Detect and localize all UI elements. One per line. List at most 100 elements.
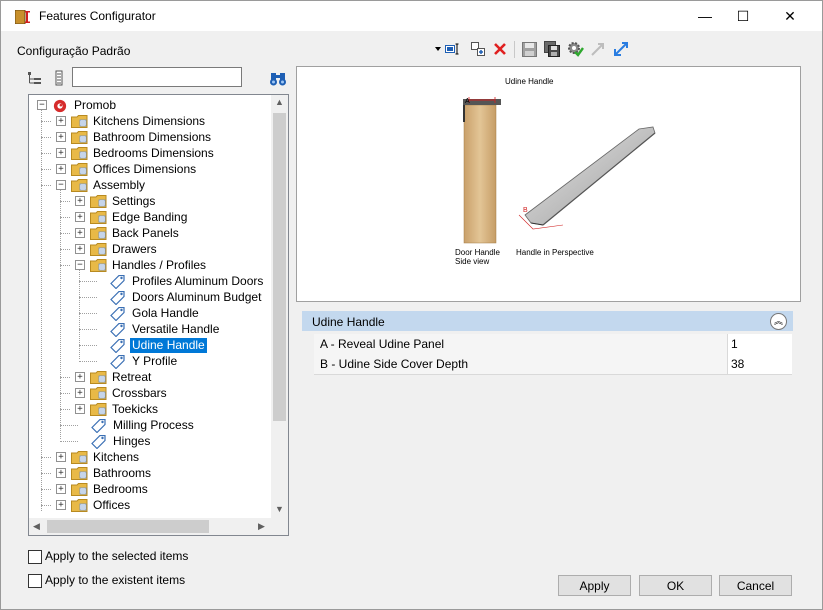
tree-item-label: Bedrooms <box>93 482 148 496</box>
close-window-button[interactable]: ✕ <box>767 1 813 31</box>
folder-icon <box>71 499 88 512</box>
tree-item-label: Promob <box>74 98 117 112</box>
delete-button[interactable] <box>491 40 509 58</box>
expand-node-icon[interactable]: + <box>56 116 66 126</box>
save-button[interactable] <box>520 40 538 58</box>
scroll-right-icon[interactable]: ▶ <box>258 521 265 532</box>
ok-button[interactable]: OK <box>639 575 712 596</box>
export-button[interactable] <box>612 40 630 58</box>
expand-node-icon[interactable]: + <box>56 484 66 494</box>
collapse-node-icon[interactable]: − <box>75 260 85 270</box>
collapse-all-button[interactable] <box>51 70 67 86</box>
vertical-scroll-thumb[interactable] <box>273 113 286 421</box>
expand-node-icon[interactable]: + <box>75 388 85 398</box>
scroll-down-icon[interactable]: ▼ <box>275 504 284 514</box>
expand-node-icon[interactable]: + <box>75 212 85 222</box>
tree-item-label: Milling Process <box>113 418 194 432</box>
tree-item-label: Profiles Aluminum Doors <box>132 274 264 288</box>
tree-item-label: Settings <box>112 194 156 208</box>
expand-node-icon[interactable]: + <box>75 244 85 254</box>
rename-button[interactable] <box>444 40 462 58</box>
property-row[interactable]: A - Reveal Udine Panel 1 <box>314 334 792 355</box>
tree-guide-line <box>79 281 97 282</box>
features-configurator-window: Features Configurator — ☐ ✕ Configuração… <box>0 0 823 610</box>
expand-all-button[interactable] <box>27 70 43 86</box>
property-tag-icon <box>110 354 125 369</box>
delete-x-icon <box>494 43 506 55</box>
tree-guide-line <box>60 189 61 439</box>
tree-guide-line <box>41 121 51 122</box>
horizontal-scroll-thumb[interactable] <box>47 520 209 533</box>
property-name: A - Reveal Udine Panel <box>320 337 445 351</box>
expand-node-icon[interactable]: + <box>75 372 85 382</box>
tree-guide-line <box>41 153 51 154</box>
cancel-button[interactable]: Cancel <box>719 575 792 596</box>
tree-guide-line <box>60 249 70 250</box>
property-tag-icon <box>91 434 106 449</box>
expand-node-icon[interactable]: + <box>56 148 66 158</box>
add-item-button[interactable] <box>469 40 487 58</box>
save-disk-icon <box>521 41 537 57</box>
tree-guide-line <box>79 297 97 298</box>
tree-guide-line <box>41 185 51 186</box>
property-row[interactable]: B - Udine Side Cover Depth 38 <box>314 354 792 375</box>
tree-item-label: Doors Aluminum Budget <box>132 290 262 304</box>
gear-check-icon <box>567 42 584 57</box>
apply-button[interactable]: Apply <box>558 575 631 596</box>
arrow-in-icon <box>591 43 604 56</box>
expand-node-icon[interactable]: + <box>56 452 66 462</box>
tree-item-label: Offices <box>93 498 131 512</box>
add-item-icon <box>471 42 485 56</box>
find-button[interactable] <box>269 70 287 86</box>
apply-selected-checkbox[interactable] <box>28 550 42 564</box>
tree-item-label: Toekicks <box>112 402 159 416</box>
perspective-label: Handle in Perspective <box>516 248 594 257</box>
save-as-button[interactable] <box>543 40 561 58</box>
property-group-header[interactable]: Udine Handle ︽ <box>302 311 793 331</box>
folder-icon <box>90 195 107 208</box>
title-bar: Features Configurator — ☐ ✕ <box>1 1 822 31</box>
tree-guide-line <box>79 361 97 362</box>
tree-item-label: Offices Dimensions <box>93 162 197 176</box>
collapse-node-icon[interactable]: − <box>37 100 47 110</box>
settings-apply-button[interactable] <box>566 40 584 58</box>
scroll-up-icon[interactable]: ▲ <box>275 97 284 107</box>
folder-icon <box>90 243 107 256</box>
expand-node-icon[interactable]: + <box>56 500 66 510</box>
tree-item-label: Kitchens <box>93 450 140 464</box>
features-tree[interactable]: − Promob + Kitchens Dimensions + Bathroom Dim… <box>28 94 289 536</box>
expand-node-icon[interactable]: + <box>56 164 66 174</box>
tree-guide-line <box>79 329 97 330</box>
property-value-field[interactable]: 38 <box>727 354 792 374</box>
folder-icon <box>90 259 107 272</box>
expand-node-icon[interactable]: + <box>56 132 66 142</box>
apply-existent-label: Apply to the existent items <box>45 573 186 587</box>
tree-guide-line <box>60 377 70 378</box>
preview-title: Udine Handle <box>505 77 554 86</box>
apply-selected-label: Apply to the selected items <box>45 549 189 563</box>
folder-icon <box>71 147 88 160</box>
collapse-group-button[interactable]: ︽ <box>770 313 787 330</box>
horizontal-scrollbar[interactable]: ◀ ▶ <box>29 518 288 535</box>
toolbar-separator <box>514 41 515 58</box>
apply-existent-checkbox[interactable] <box>28 574 42 588</box>
tree-item-label: Bedrooms Dimensions <box>93 146 214 160</box>
tree-item-label: Handles / Profiles <box>112 258 207 272</box>
vertical-scrollbar[interactable]: ▲ ▼ <box>271 95 288 518</box>
collapse-node-icon[interactable]: − <box>56 180 66 190</box>
property-value-field[interactable]: 1 <box>727 334 792 354</box>
expand-node-icon[interactable]: + <box>56 468 66 478</box>
maximize-button[interactable]: ☐ <box>720 1 766 31</box>
tree-expand-icon <box>28 72 41 84</box>
property-tag-icon <box>110 338 125 353</box>
tree-collapse-icon <box>55 70 63 86</box>
expand-node-icon[interactable]: + <box>75 196 85 206</box>
tree-item-label: Udine Handle <box>129 337 208 354</box>
scroll-left-icon[interactable]: ◀ <box>33 521 40 532</box>
tree-guide-line <box>60 217 70 218</box>
expand-node-icon[interactable]: + <box>75 404 85 414</box>
minimize-icon: — <box>698 8 712 24</box>
search-input[interactable] <box>72 67 242 87</box>
folder-icon <box>90 227 107 240</box>
expand-node-icon[interactable]: + <box>75 228 85 238</box>
